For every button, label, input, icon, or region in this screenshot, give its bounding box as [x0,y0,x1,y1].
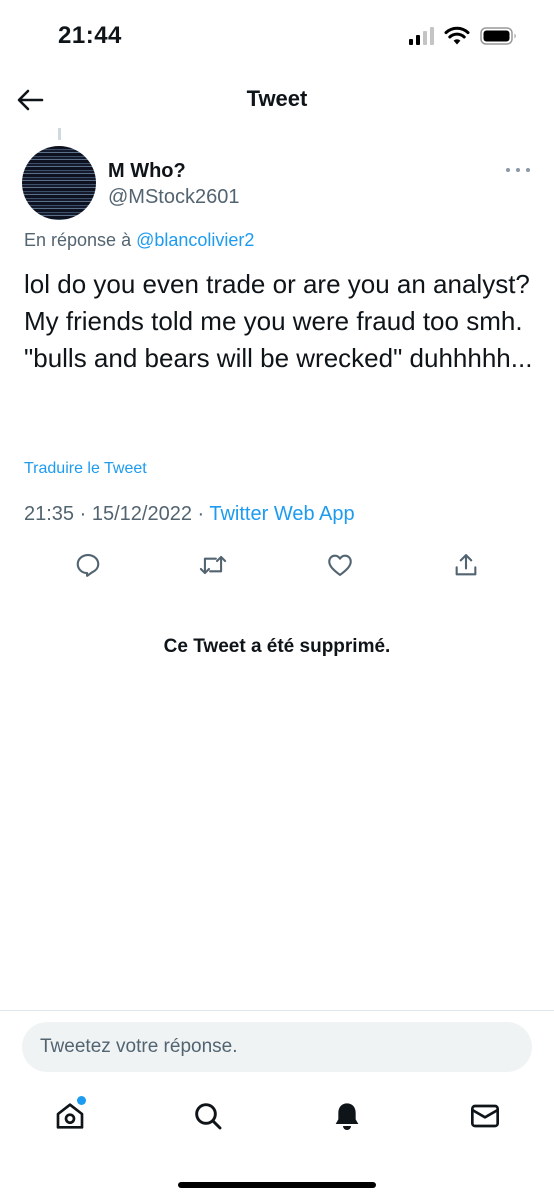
notifications-icon [335,1103,359,1130]
status-icons [409,26,518,46]
deleted-tweet-notice: Ce Tweet a été supprimé. [163,636,391,657]
author-name[interactable]: M Who? [108,160,186,183]
thread-connector-line [58,128,61,140]
more-dot [516,168,520,172]
home-indicator[interactable] [178,1182,376,1188]
bottom-tab-bar [0,1092,554,1142]
tab-home[interactable] [50,1096,90,1136]
reply-composer[interactable] [22,1022,532,1072]
retweet-icon [199,555,227,575]
reply-prefix: En réponse à [24,230,137,250]
reply-to-handle-link[interactable]: @blancolivier2 [136,230,254,250]
tab-search[interactable] [188,1096,228,1136]
reply-button[interactable] [71,548,105,582]
like-button[interactable] [323,548,357,582]
meta-separator: · [191,503,210,525]
more-dot [506,168,510,172]
header: Tweet [0,72,554,128]
reply-icon [76,554,100,577]
meta-separator: · [74,503,92,525]
battery-icon [480,27,516,45]
share-button[interactable] [449,548,483,582]
divider [0,1010,554,1011]
more-options-button[interactable] [506,162,530,178]
status-time: 21:44 [58,22,122,49]
status-bar: 21:44 [0,0,554,72]
reply-input[interactable] [22,1022,532,1072]
tweet-source-link[interactable]: Twitter Web App [209,503,354,525]
tweet-text: lol do you even trade or are you an anal… [24,269,533,373]
share-icon [455,554,477,576]
author-handle[interactable]: @MStock2601 [108,186,239,209]
tweet-time: 21:35 [24,503,75,525]
page-title: Tweet [246,86,308,111]
like-icon [328,554,352,576]
reply-context: En réponse à @blancolivier2 [24,230,254,251]
tab-messages[interactable] [465,1096,505,1136]
messages-icon [471,1104,499,1128]
notification-dot [77,1096,86,1105]
tweet-metadata: 21:35 · 15/12/2022 · Twitter Web App [24,503,355,526]
search-icon [195,1103,222,1130]
tweet-actions [0,548,554,582]
tab-notifications[interactable] [327,1096,367,1136]
retweet-button[interactable] [196,548,230,582]
wifi-icon [444,26,470,45]
avatar[interactable] [22,146,96,220]
translate-tweet-link[interactable]: Traduire le Tweet [24,460,147,478]
cellular-signal-icon [409,27,434,45]
tweet-date: 15/12/2022 [91,503,192,525]
more-dot [526,168,530,172]
